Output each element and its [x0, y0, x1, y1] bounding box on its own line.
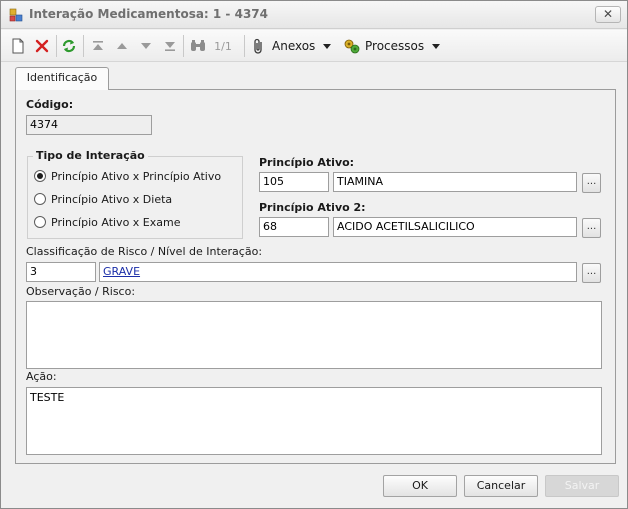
principio-ativo-label: Princípio Ativo:: [259, 156, 355, 169]
process-icon: [344, 39, 360, 54]
title-bar: Interação Medicamentosa: 1 - 4374 ✕: [1, 1, 627, 29]
save-button[interactable]: Salvar: [545, 475, 619, 497]
refresh-icon: [62, 39, 76, 53]
next-record-button[interactable]: [137, 35, 155, 57]
radio-principio-exame[interactable]: Princípio Ativo x Exame: [34, 214, 181, 230]
prev-icon: [117, 43, 127, 49]
tipo-interacao-title: Tipo de Interação: [33, 149, 148, 162]
principio-ativo-lookup-button[interactable]: ...: [582, 173, 601, 193]
find-button[interactable]: [188, 35, 208, 57]
classificacao-code-field[interactable]: 3: [26, 262, 96, 282]
find-icon: [191, 40, 205, 51]
toolbar: 1/1 Anexos Processos: [1, 30, 627, 62]
principio-ativo-2-name-field[interactable]: ACIDO ACETILSALICILICO: [333, 217, 577, 237]
classificacao-label: Classificação de Risco / Nível de Intera…: [26, 245, 263, 258]
delete-button[interactable]: [33, 35, 51, 57]
page-indicator: 1/1: [214, 39, 232, 53]
principio-ativo-2-code-field[interactable]: 68: [259, 217, 329, 237]
prev-record-button[interactable]: [113, 35, 131, 57]
observacao-label: Observação / Risco:: [26, 285, 136, 298]
first-record-button[interactable]: [89, 35, 107, 57]
last-record-button[interactable]: [161, 35, 179, 57]
processos-label: Processos: [365, 39, 425, 53]
refresh-button[interactable]: [60, 35, 78, 57]
classificacao-link[interactable]: GRAVE: [103, 265, 140, 278]
radio-principio-dieta[interactable]: Princípio Ativo x Dieta: [34, 191, 172, 207]
radio-principio-principio[interactable]: Princípio Ativo x Princípio Ativo: [34, 168, 221, 184]
tab-identificacao[interactable]: Identificação: [15, 67, 109, 90]
new-icon: [12, 38, 24, 54]
paperclip-icon: [254, 38, 262, 54]
app-icon: [9, 8, 23, 22]
new-button[interactable]: [9, 35, 27, 57]
classificacao-lookup-button[interactable]: ...: [582, 263, 601, 283]
first-icon: [93, 41, 103, 50]
cancel-button[interactable]: Cancelar: [464, 475, 538, 497]
classificacao-name-field[interactable]: GRAVE: [99, 262, 577, 282]
chevron-down-icon: [323, 43, 332, 49]
ok-button[interactable]: OK: [383, 475, 457, 497]
observacao-textarea[interactable]: [26, 301, 602, 369]
close-button[interactable]: ✕: [595, 6, 621, 23]
principio-ativo-code-field[interactable]: 105: [259, 172, 329, 192]
dialog-window: Interação Medicamentosa: 1 - 4374 ✕ 1/1 …: [0, 0, 628, 509]
radio-checked-icon: [34, 170, 46, 182]
window-title: Interação Medicamentosa: 1 - 4374: [29, 7, 268, 21]
acao-label: Ação:: [26, 370, 57, 383]
anexos-label: Anexos: [272, 39, 316, 53]
codigo-field[interactable]: 4374: [26, 115, 152, 135]
radio-unchecked-icon: [34, 216, 46, 228]
radio-unchecked-icon: [34, 193, 46, 205]
processos-button[interactable]: Processos: [343, 35, 443, 57]
anexos-button[interactable]: Anexos: [252, 35, 336, 57]
delete-icon: [35, 39, 49, 53]
acao-textarea[interactable]: TESTE: [26, 387, 602, 455]
chevron-down-icon: [432, 43, 441, 49]
principio-ativo-2-lookup-button[interactable]: ...: [582, 218, 601, 238]
codigo-label: Código:: [26, 98, 74, 111]
principio-ativo-2-label: Princípio Ativo 2:: [259, 201, 366, 214]
next-icon: [141, 43, 151, 49]
close-icon: ✕: [602, 7, 614, 21]
last-icon: [165, 42, 175, 51]
principio-ativo-name-field[interactable]: TIAMINA: [333, 172, 577, 192]
